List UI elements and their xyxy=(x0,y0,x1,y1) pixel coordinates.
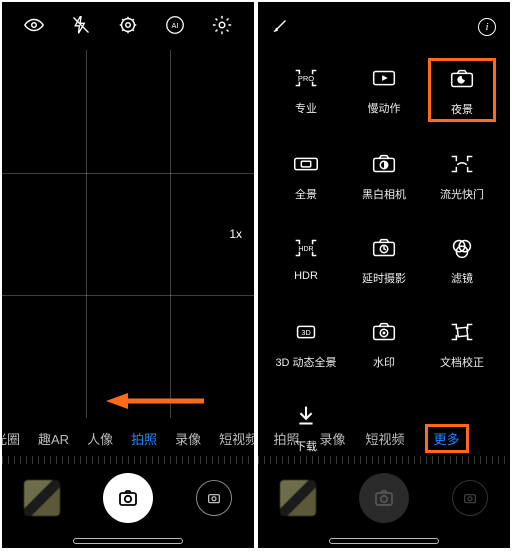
tutorial-arrow xyxy=(106,392,206,410)
mode-ruler xyxy=(2,456,254,464)
mode-shortvideo[interactable]: 短视频 xyxy=(219,429,254,448)
info-icon[interactable]: i xyxy=(478,18,496,36)
mode-filter[interactable]: 滤镜 xyxy=(428,228,496,290)
mode-ar[interactable]: 趣AR xyxy=(38,429,69,448)
shutter-button[interactable] xyxy=(103,473,153,523)
mode-timelapse[interactable]: 延时摄影 xyxy=(350,228,418,290)
mode-slowmo[interactable]: 慢动作 xyxy=(350,58,418,122)
edit-icon[interactable] xyxy=(272,16,290,39)
3d-icon: 3D xyxy=(290,316,322,348)
bottom-controls xyxy=(2,466,254,530)
svg-text:3D: 3D xyxy=(301,328,311,337)
mode-night[interactable]: 夜景 xyxy=(428,58,496,122)
zoom-indicator[interactable]: 1x xyxy=(225,225,246,243)
svg-text:HDR: HDR xyxy=(298,246,313,253)
night-icon xyxy=(446,63,478,95)
ai-icon[interactable]: AI xyxy=(164,14,186,36)
mode-watermark[interactable]: 水印 xyxy=(350,312,418,374)
mode-mono[interactable]: 黑白相机 xyxy=(350,144,418,206)
mode-aperture[interactable]: 光圈 xyxy=(2,429,20,448)
mode-3dpano[interactable]: 3D 3D 动态全景 xyxy=(272,312,340,374)
camera-viewfinder-screen: AI 1x 光圈 趣AR 人像 拍照 录像 短视频 更 xyxy=(2,2,254,548)
nav-pill[interactable] xyxy=(329,538,439,544)
mode-video[interactable]: 录像 xyxy=(175,429,201,448)
mode-strip[interactable]: 光圈 趣AR 人像 拍照 录像 短视频 更 xyxy=(2,420,254,456)
mode-docscan[interactable]: 文档校正 xyxy=(428,312,496,374)
docscan-icon xyxy=(446,316,478,348)
pro-icon: PRO xyxy=(290,62,322,94)
mode-pano[interactable]: 全景 xyxy=(272,144,340,206)
top-bar: i xyxy=(258,2,510,46)
timelapse-icon xyxy=(368,232,400,264)
mode-shortvideo[interactable]: 短视频 xyxy=(366,429,405,448)
mode-hdr[interactable]: HDR HDR xyxy=(272,228,340,290)
eye-icon[interactable] xyxy=(23,14,45,36)
settings-icon[interactable] xyxy=(117,14,139,36)
mode-ruler xyxy=(258,456,510,464)
mode-portrait[interactable]: 人像 xyxy=(87,429,113,448)
mode-grid: PRO 专业 慢动作 夜景 全景 黑白相机 流光快门 xyxy=(272,58,496,458)
lightpaint-icon xyxy=(446,148,478,180)
mode-pro[interactable]: PRO 专业 xyxy=(272,58,340,122)
camera-more-modes-screen: i PRO 专业 慢动作 夜景 全景 黑白相机 xyxy=(258,2,510,548)
mode-lightpaint[interactable]: 流光快门 xyxy=(428,144,496,206)
viewfinder[interactable]: 1x xyxy=(2,50,254,418)
mode-video[interactable]: 录像 xyxy=(319,429,345,448)
gallery-thumbnail[interactable] xyxy=(24,480,60,516)
svg-text:AI: AI xyxy=(172,21,179,30)
mode-photo[interactable]: 拍照 xyxy=(131,429,157,448)
svg-text:PRO: PRO xyxy=(298,74,314,83)
switch-camera-button xyxy=(452,480,488,516)
slowmo-icon xyxy=(368,62,400,94)
mode-more[interactable]: 更多 xyxy=(425,424,469,453)
flash-off-icon[interactable] xyxy=(70,14,92,36)
gallery-thumbnail[interactable] xyxy=(280,480,316,516)
shutter-button xyxy=(359,473,409,523)
filter-icon xyxy=(446,232,478,264)
nav-pill[interactable] xyxy=(73,538,183,544)
pano-icon xyxy=(290,148,322,180)
mode-photo[interactable]: 拍照 xyxy=(273,429,299,448)
switch-camera-button[interactable] xyxy=(196,480,232,516)
watermark-icon xyxy=(368,316,400,348)
mono-icon xyxy=(368,148,400,180)
bottom-controls xyxy=(258,466,510,530)
hdr-icon: HDR xyxy=(290,232,322,264)
mode-strip[interactable]: 拍照 录像 短视频 更多 xyxy=(258,420,510,456)
gear-icon[interactable] xyxy=(211,14,233,36)
top-toolbar: AI xyxy=(2,2,254,42)
